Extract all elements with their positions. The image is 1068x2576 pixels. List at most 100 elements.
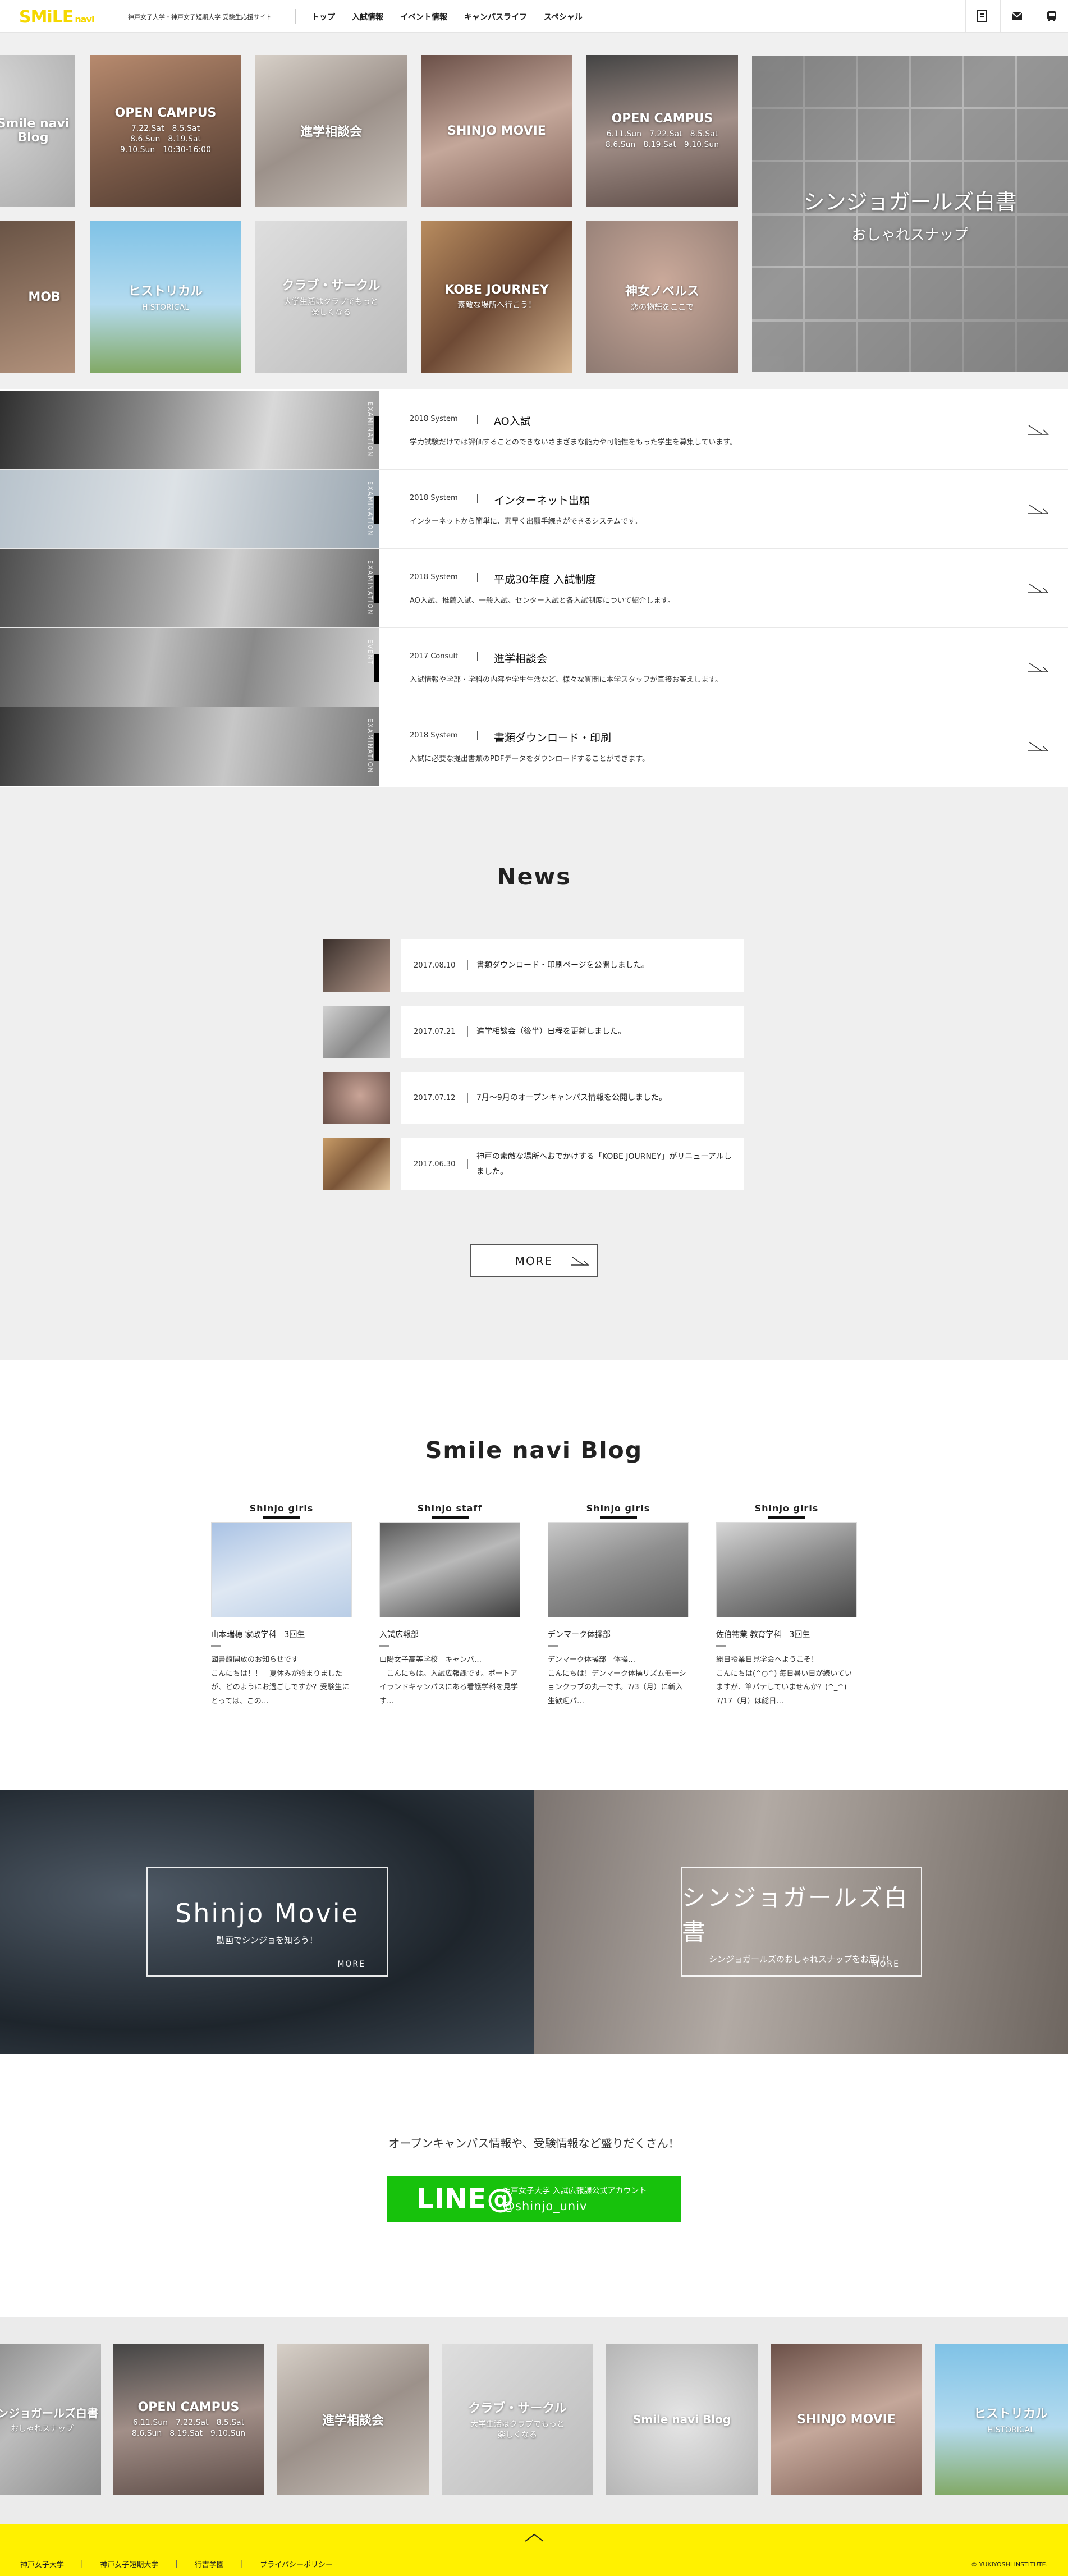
- blog-excerpt: デンマーク体操部 体操… こんにちは！デンマーク体操リズムモーションクラブの丸一…: [548, 1656, 686, 1706]
- blog-author: 佐伯祐業 教育学科 3回生: [716, 1630, 810, 1639]
- carousel-tile[interactable]: クラブ・サークル 大学生活はクラブでもっと 楽しくなる: [442, 2344, 593, 2495]
- header-divider: [295, 9, 296, 24]
- category-underline: [431, 1516, 469, 1519]
- logo-main: SMiLE: [19, 7, 74, 27]
- arrow-icon: [1028, 425, 1049, 435]
- big-tile-title: シンジョガールズ白書: [803, 189, 1017, 214]
- system-meta: 2018 System: [410, 415, 458, 423]
- tile-blog[interactable]: Smile navi Blog: [0, 55, 75, 207]
- system-vlabel: EXAMINATION: [366, 560, 374, 616]
- news-text: 神戸の素敵な場所へおでかけする「KOBE JOURNEY」がリニューアルしました…: [476, 1152, 732, 1176]
- line-follow-button[interactable]: LINE@ 神戸女子大学 入試広報課公式アカウント @shinjo_univ: [387, 2176, 681, 2222]
- tile-subtitle: 素敵な場所へ行こう！: [457, 301, 536, 310]
- system-row-ao[interactable]: EXAMINATION 2018 System AO入試 学力試験だけでは評価す…: [0, 391, 1068, 470]
- footer-link-gakuen[interactable]: 行吉学園: [195, 2559, 224, 2569]
- category-underline: [263, 1516, 300, 1519]
- system-tab-marker: [374, 496, 379, 524]
- line-logo: LINE@: [416, 2183, 515, 2215]
- tile-dates: 6.11.Sun 7.22.Sat 8.5.Sat 8.6.Sun 8.19.S…: [605, 129, 719, 149]
- tile-subtitle: 恋の物語をここで: [631, 302, 694, 312]
- blog-dash: [211, 1645, 221, 1647]
- news-text: 書類ダウンロード・印刷ページを公開しました。: [476, 961, 649, 970]
- news-body: 2017.07.21 進学相談会（後半）日程を更新しました。: [401, 1006, 744, 1058]
- tile-consultation[interactable]: 進学相談会: [255, 55, 407, 207]
- site-tagline: 神戸女子大学・神戸女子短期大学 受験生応援サイト: [128, 13, 272, 21]
- tile-novels[interactable]: 神女ノベルス 恋の物語をここで: [586, 221, 738, 373]
- page-top-button[interactable]: [0, 2524, 1068, 2552]
- carousel-tile[interactable]: シンジョガールズ白書 おしゃれスナップ: [0, 2344, 101, 2495]
- tile-club-circle[interactable]: クラブ・サークル 大学生活はクラブでもっと 楽しくなる: [255, 221, 407, 373]
- tile-title: 進学相談会: [322, 2414, 384, 2428]
- line-handle: @shinjo_univ: [503, 2199, 588, 2213]
- system-divider: [477, 494, 478, 503]
- news-item[interactable]: 2017.08.10 書類ダウンロード・印刷ページを公開しました。: [323, 939, 744, 992]
- carousel-tile[interactable]: OPEN CAMPUS 6.11.Sun 7.22.Sat 8.5.Sat 8.…: [113, 2344, 264, 2495]
- news-item[interactable]: 2017.07.21 進学相談会（後半）日程を更新しました。: [323, 1006, 744, 1058]
- system-desc: 学力試験だけでは評価することのできないさまざまな能力や可能性をもった学生を募集し…: [410, 438, 737, 447]
- news-item[interactable]: 2017.06.30 神戸の素敵な場所へおでかけする「KOBE JOURNEY」…: [323, 1138, 744, 1190]
- footer-link-junior[interactable]: 神戸女子短期大学: [100, 2559, 158, 2569]
- blog-card[interactable]: Shinjo girls デンマーク体操部 デンマーク体操部 体操… こんにちは…: [548, 1503, 689, 1709]
- blog-card[interactable]: Shinjo staff 入試広報部 山陽女子高等学校 キャンパ… こんにちは。…: [379, 1503, 520, 1709]
- banner-frame: Shinjo Movie 動画でシンジョを知ろう！ MORE: [146, 1867, 388, 1977]
- banner-shinjo-movie[interactable]: Shinjo Movie 動画でシンジョを知ろう！ MORE: [0, 1790, 534, 2054]
- footer-link-privacy[interactable]: プライバシーポリシー: [260, 2559, 333, 2569]
- tile-title: OPEN CAMPUS: [114, 106, 217, 121]
- tile-title: 進学相談会: [300, 125, 362, 139]
- system-photo: EXAMINATION: [0, 707, 379, 786]
- arrow-icon: [1028, 741, 1049, 751]
- news-more-button[interactable]: MORE: [470, 1244, 598, 1277]
- tile-historical[interactable]: ヒストリカル HISTORICAL: [90, 221, 241, 373]
- carousel-tile[interactable]: SHINJO MOVIE: [771, 2344, 922, 2495]
- news-heading: News: [497, 863, 571, 890]
- tile-open-campus-1[interactable]: OPEN CAMPUS 7.22.Sat 8.5.Sat 8.6.Sun 8.1…: [90, 55, 241, 207]
- tile-open-campus-2[interactable]: OPEN CAMPUS 6.11.Sun 7.22.Sat 8.5.Sat 8.…: [586, 55, 738, 207]
- system-row-consult[interactable]: EVENT 2017 Consult 進学相談会 入試情報や学部・学科の内容や学…: [0, 628, 1068, 707]
- site-logo[interactable]: SMiLE navi: [19, 7, 94, 27]
- tile-subtitle: HISTORICAL: [987, 2425, 1035, 2435]
- tile-title: SHINJO MOVIE: [447, 123, 546, 138]
- nav-top[interactable]: トップ: [311, 11, 335, 22]
- nav-event-info[interactable]: イベント情報: [400, 11, 447, 22]
- blog-thumbnail: [548, 1522, 689, 1617]
- blog-card[interactable]: Shinjo girls 佐伯祐業 教育学科 3回生 総日授業日見学会へようこそ…: [716, 1503, 857, 1709]
- carousel-tile[interactable]: ヒストリカル HISTORICAL: [935, 2344, 1068, 2495]
- system-title: 書類ダウンロード・印刷: [494, 732, 612, 744]
- logo-sub: navi: [75, 14, 94, 25]
- blog-thumbnail: [379, 1522, 520, 1617]
- news-date: 2017.07.12: [414, 1094, 456, 1102]
- system-title: インターネット出願: [494, 494, 590, 507]
- document-icon[interactable]: [965, 0, 998, 33]
- tile-kobe-journey[interactable]: KOBE JOURNEY 素敵な場所へ行こう！: [421, 221, 572, 373]
- carousel-tile[interactable]: 進学相談会: [277, 2344, 429, 2495]
- nav-exam-info[interactable]: 入試情報: [352, 11, 383, 22]
- footer-link-univ[interactable]: 神戸女子大学: [20, 2559, 64, 2569]
- nav-special[interactable]: スペシャル: [544, 11, 583, 22]
- main-nav: トップ 入試情報 イベント情報 キャンパスライフ スペシャル: [311, 11, 583, 22]
- blog-card[interactable]: Shinjo girls 山本瑞穂 家政学科 3回生 図書館開放のお知らせです …: [211, 1503, 352, 1709]
- bus-icon[interactable]: [1035, 0, 1067, 33]
- banner-girls-hakusho[interactable]: シンジョガールズ白書 シンジョガールズのおしゃれスナップをお届け！ MORE: [534, 1790, 1068, 2054]
- system-row-download[interactable]: EXAMINATION 2018 System 書類ダウンロード・印刷 入試に必…: [0, 707, 1068, 786]
- mail-icon[interactable]: [1000, 0, 1033, 33]
- bottom-carousel: シンジョガールズ白書 おしゃれスナップ OPEN CAMPUS 6.11.Sun…: [0, 2317, 1068, 2524]
- nav-campus-life[interactable]: キャンパスライフ: [464, 11, 527, 22]
- tile-shinjo-movie[interactable]: SHINJO MOVIE: [421, 55, 572, 207]
- carousel-tile[interactable]: Smile navi Blog: [606, 2344, 758, 2495]
- system-photo: EVENT: [0, 628, 379, 707]
- tile-title: ヒストリカル: [973, 2407, 1048, 2421]
- system-photo: EXAMINATION: [0, 549, 379, 627]
- tile-mob[interactable]: MOB: [0, 221, 75, 373]
- arrow-icon: [1028, 662, 1049, 672]
- tile-title: Smile navi Blog: [0, 117, 70, 145]
- system-meta: 2017 Consult: [410, 652, 459, 661]
- system-row-h30[interactable]: EXAMINATION 2018 System 平成30年度 入試制度 AO入試…: [0, 549, 1068, 628]
- news-body: 2017.08.10 書類ダウンロード・印刷ページを公開しました。: [401, 939, 744, 992]
- system-photo: EXAMINATION: [0, 470, 379, 548]
- blog-section: Smile navi Blog Shinjo girls 山本瑞穂 家政学科 3…: [0, 1360, 1068, 1790]
- tile-girls-hakusho[interactable]: シンジョガールズ白書 おしゃれスナップ: [752, 56, 1068, 372]
- news-item[interactable]: 2017.07.12 7月〜9月のオープンキャンパス情報を公開しました。: [323, 1072, 744, 1124]
- system-row-internet[interactable]: EXAMINATION 2018 System インターネット出願 インターネッ…: [0, 470, 1068, 549]
- news-section: News 2017.08.10 書類ダウンロード・印刷ページを公開しました。 2…: [0, 787, 1068, 1360]
- news-divider: [467, 960, 468, 970]
